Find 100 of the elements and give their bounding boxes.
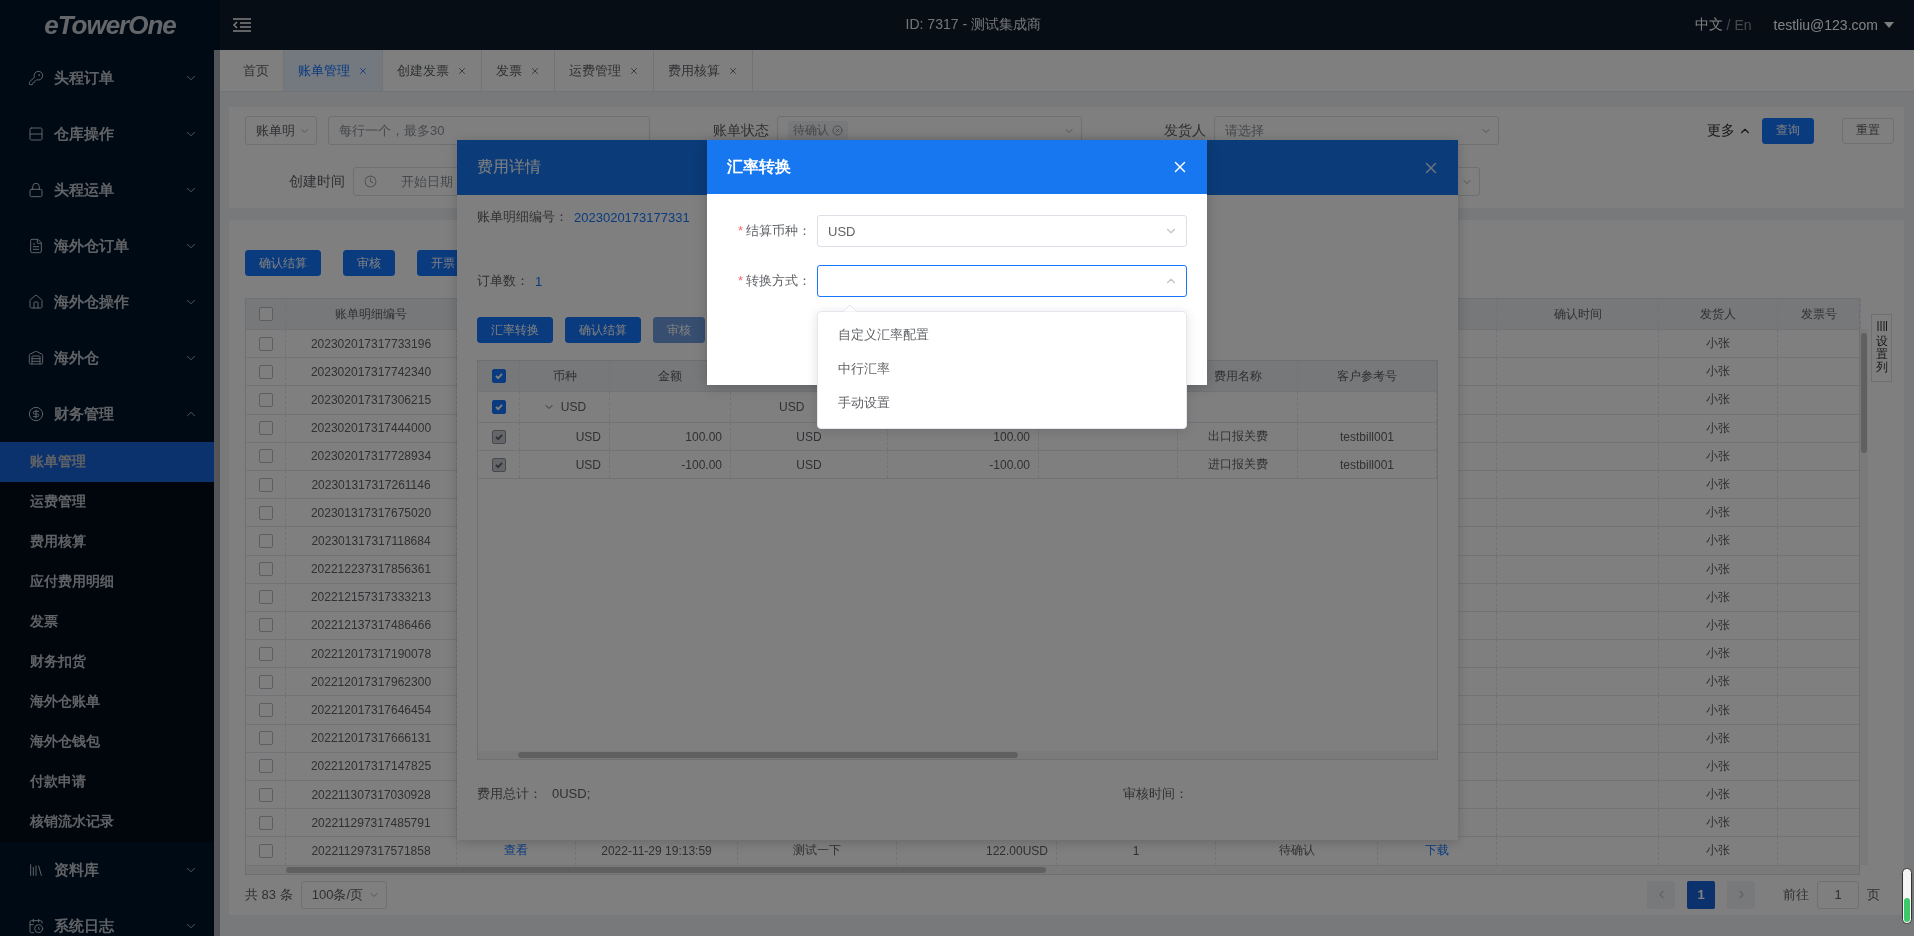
- remove-icon: [832, 125, 843, 136]
- field-label: * 转换方式：: [736, 272, 812, 290]
- page-input[interactable]: 1: [1817, 880, 1859, 909]
- menu-fold-icon[interactable]: [232, 17, 252, 33]
- language-option[interactable]: 中文: [1694, 16, 1723, 34]
- checkbox[interactable]: [258, 449, 273, 464]
- select-field[interactable]: [817, 265, 1187, 297]
- checkbox[interactable]: [258, 731, 273, 746]
- caret-icon: [1884, 22, 1894, 28]
- select-all-checkbox[interactable]: [491, 369, 506, 383]
- table-cell: 小张: [1659, 499, 1778, 527]
- field-label: 创建时间: [288, 172, 346, 191]
- table-cell: 小张: [1659, 781, 1778, 809]
- action-button[interactable]: 确认结算: [565, 317, 641, 343]
- table-cell: 小张: [1659, 752, 1778, 780]
- table-cell: testbill001: [1339, 429, 1394, 444]
- bill-number: 2023020173177331: [574, 209, 690, 225]
- table-cell: 小张: [1659, 583, 1778, 611]
- checkbox[interactable]: [491, 400, 506, 414]
- key-icon: [28, 70, 44, 86]
- table-cell: 100.00: [993, 429, 1030, 444]
- action-button[interactable]: 汇率转换: [477, 317, 553, 343]
- checkbox[interactable]: [258, 646, 273, 661]
- checkbox[interactable]: [258, 815, 273, 830]
- checkbox[interactable]: [258, 392, 273, 407]
- reset-button[interactable]: 重置: [1842, 117, 1894, 144]
- table-cell: 小张: [1659, 809, 1778, 837]
- field-label: 账单明细编号：: [477, 208, 568, 226]
- checkbox[interactable]: [258, 674, 273, 689]
- table-cell: 小张: [1659, 696, 1778, 724]
- page-button[interactable]: 1: [1687, 880, 1715, 909]
- checkbox[interactable]: [258, 759, 273, 774]
- checkbox[interactable]: [258, 421, 273, 436]
- checkbox[interactable]: [258, 533, 273, 548]
- field-label: * 结算币种：: [736, 222, 812, 240]
- close-icon[interactable]: [457, 65, 467, 76]
- table-cell: 小张: [1659, 470, 1778, 499]
- checkbox[interactable]: [258, 562, 273, 577]
- table-cell: 进口报关费: [1207, 456, 1268, 473]
- checkbox[interactable]: [258, 336, 273, 351]
- checkbox[interactable]: [258, 618, 273, 633]
- check-icon: [493, 431, 504, 442]
- select-all-checkbox[interactable]: [258, 307, 273, 321]
- next-page-button[interactable]: [1727, 880, 1755, 909]
- select-field[interactable]: USD: [817, 215, 1187, 247]
- calendar-clock-icon: [28, 918, 44, 934]
- table-cell: 小张: [1659, 386, 1778, 414]
- table-cell: USD: [796, 429, 822, 444]
- column-settings-tab[interactable]: 设置列: [1871, 314, 1892, 382]
- query-button[interactable]: 查询: [1762, 117, 1814, 144]
- account-title: ID: 7317 - 测试集成商: [904, 16, 1042, 34]
- tab[interactable]: 账单管理: [284, 50, 383, 91]
- dropdown-option[interactable]: 自定义汇率配置: [818, 318, 1186, 352]
- separator: /: [1726, 17, 1731, 33]
- column-header: 客户参考号: [1298, 361, 1437, 391]
- table-cell: 小张: [1659, 330, 1778, 358]
- total-text: 费用总计： 0USD;: [477, 785, 592, 803]
- table-cell: USD: [575, 429, 601, 444]
- user-menu[interactable]: testliu@123.com: [1773, 17, 1894, 33]
- checkbox[interactable]: [258, 703, 273, 718]
- checkbox[interactable]: [258, 590, 273, 605]
- column-header: 发货人: [1659, 299, 1778, 329]
- table-cell: 小张: [1659, 724, 1778, 752]
- goto-label: 前往: [1783, 885, 1809, 904]
- table-cell: 小张: [1659, 527, 1778, 555]
- check-icon: [493, 402, 504, 412]
- action-button[interactable]: 确认结算: [245, 250, 321, 276]
- search-type-select[interactable]: 账单明: [245, 116, 317, 145]
- dialog-title: 费用详情: [477, 157, 541, 177]
- table-cell: 小张: [1659, 611, 1778, 640]
- document-icon: [28, 238, 44, 254]
- table-cell: -100.00: [681, 457, 722, 472]
- more-toggle[interactable]: 更多: [1707, 121, 1752, 140]
- table-cell: testbill001: [1339, 457, 1394, 472]
- page-suffix: 页: [1867, 885, 1880, 904]
- table-cell: USD: [796, 457, 822, 472]
- checkbox[interactable]: [258, 505, 273, 520]
- close-icon[interactable]: [530, 65, 540, 76]
- total-count: 共 83 条: [245, 885, 293, 904]
- checkbox[interactable]: [258, 364, 273, 379]
- checkbox[interactable]: [258, 477, 273, 492]
- check-icon: [493, 371, 504, 381]
- page-size-select[interactable]: 100条/页: [300, 880, 387, 909]
- close-icon[interactable]: [358, 65, 368, 76]
- checkbox[interactable]: [258, 787, 273, 802]
- warehouse-icon: [28, 350, 44, 366]
- field-label: 订单数：: [477, 272, 529, 290]
- table-cell: -100.00: [989, 457, 1030, 472]
- check-icon: [493, 459, 504, 470]
- currency-icon: [28, 406, 44, 422]
- table-cell: 出口报关费: [1207, 428, 1268, 445]
- previous-page-button[interactable]: [1647, 880, 1675, 909]
- field-label: 发货人: [1163, 121, 1207, 140]
- action-button[interactable]: 审核: [343, 250, 395, 276]
- close-icon[interactable]: [629, 65, 639, 76]
- table-cell: 小张: [1659, 442, 1778, 470]
- checkbox[interactable]: [258, 843, 273, 858]
- close-icon[interactable]: [728, 65, 738, 76]
- table-cell: 小张: [1659, 414, 1778, 442]
- language-option[interactable]: En: [1734, 17, 1752, 33]
